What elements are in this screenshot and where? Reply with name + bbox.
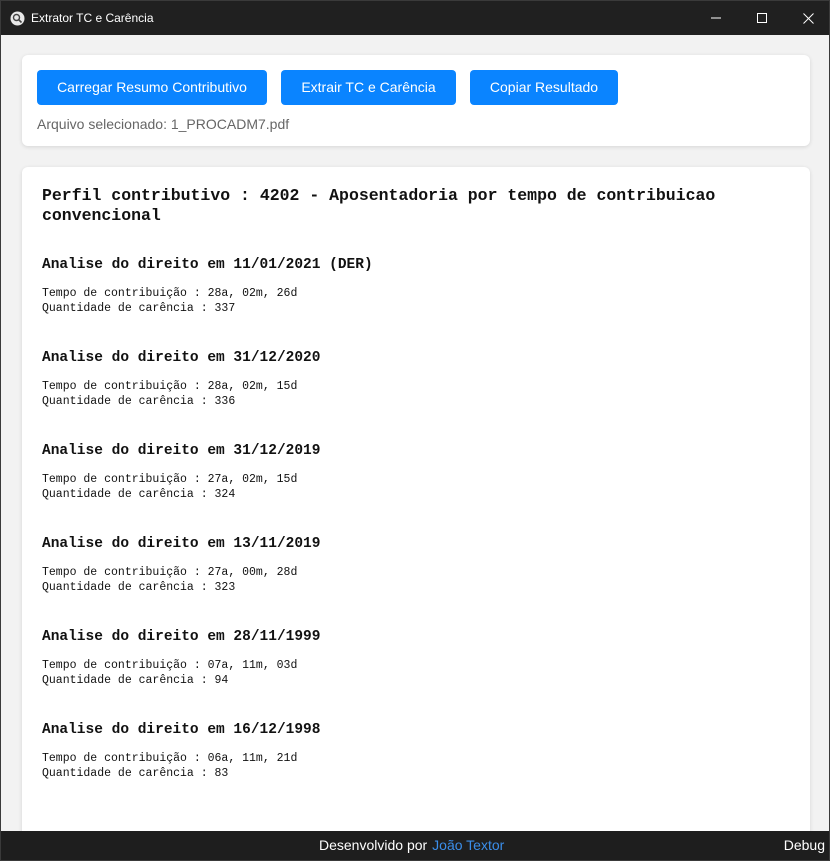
contribution-time: Tempo de contribuição : 28a, 02m, 15d	[42, 380, 298, 393]
grace-count: Quantidade de carência : 323	[42, 581, 236, 594]
grace-count: Quantidade de carência : 337	[42, 302, 236, 315]
close-icon	[802, 12, 814, 24]
analysis-heading: Analise do direito em 13/11/2019	[42, 536, 321, 552]
maximize-button[interactable]	[739, 1, 785, 35]
grace-count: Quantidade de carência : 83	[42, 767, 229, 780]
developed-by-label: Desenvolvido por	[319, 837, 428, 853]
contribution-time: Tempo de contribuição : 27a, 00m, 28d	[42, 566, 298, 579]
contribution-time: Tempo de contribuição : 28a, 02m, 26d	[42, 287, 298, 300]
contribution-time: Tempo de contribuição : 06a, 11m, 21d	[42, 752, 298, 765]
selected-file-label: Arquivo selecionado: 1_PROCADM7.pdf	[37, 116, 290, 132]
main-content: Carregar Resumo Contributivo Extrair TC …	[1, 35, 829, 847]
debug-button[interactable]: Debug	[784, 837, 825, 853]
footer-bar: Desenvolvido por João Textor Debug	[1, 831, 829, 860]
toolbar-card: Carregar Resumo Contributivo Extrair TC …	[22, 55, 810, 146]
analysis-heading: Analise do direito em 31/12/2019	[42, 443, 321, 459]
analysis-block: Analise do direito em 16/12/1998 Tempo d…	[42, 721, 320, 781]
profile-title: Perfil contributivo : 4202 - Aposentador…	[42, 186, 716, 225]
contribution-time: Tempo de contribuição : 27a, 02m, 15d	[42, 473, 298, 486]
title-bar[interactable]: Extrator TC e Carência	[1, 1, 829, 35]
result-panel[interactable]: Perfil contributivo : 4202 - Aposentador…	[22, 167, 810, 847]
close-button[interactable]	[785, 1, 829, 35]
copy-result-button[interactable]: Copiar Resultado	[470, 70, 618, 105]
analysis-heading: Analise do direito em 16/12/1998	[42, 722, 321, 738]
analysis-heading: Analise do direito em 31/12/2020	[42, 350, 321, 366]
analysis-block: Analise do direito em 31/12/2020 Tempo d…	[42, 349, 320, 409]
app-window: Extrator TC e Carência Carregar Resumo C…	[0, 0, 830, 861]
minimize-icon	[711, 17, 721, 19]
author-link[interactable]: João Textor	[432, 837, 504, 853]
analysis-block: Analise do direito em 11/01/2021 (DER) T…	[42, 256, 373, 316]
maximize-icon	[757, 13, 767, 23]
contribution-time: Tempo de contribuição : 07a, 11m, 03d	[42, 659, 298, 672]
footer-credit: Desenvolvido por João Textor	[319, 837, 504, 853]
analysis-block: Analise do direito em 13/11/2019 Tempo d…	[42, 535, 320, 595]
grace-count: Quantidade de carência : 94	[42, 674, 229, 687]
grace-count: Quantidade de carência : 336	[42, 395, 236, 408]
analysis-heading: Analise do direito em 28/11/1999	[42, 629, 321, 645]
grace-count: Quantidade de carência : 324	[42, 488, 236, 501]
app-logo-icon	[10, 11, 25, 26]
load-summary-button[interactable]: Carregar Resumo Contributivo	[37, 70, 267, 105]
analysis-heading: Analise do direito em 11/01/2021 (DER)	[42, 257, 373, 273]
analysis-block: Analise do direito em 28/11/1999 Tempo d…	[42, 628, 320, 688]
analysis-block: Analise do direito em 31/12/2019 Tempo d…	[42, 442, 320, 502]
window-title: Extrator TC e Carência	[31, 11, 154, 25]
minimize-button[interactable]	[693, 1, 739, 35]
extract-button[interactable]: Extrair TC e Carência	[281, 70, 456, 105]
